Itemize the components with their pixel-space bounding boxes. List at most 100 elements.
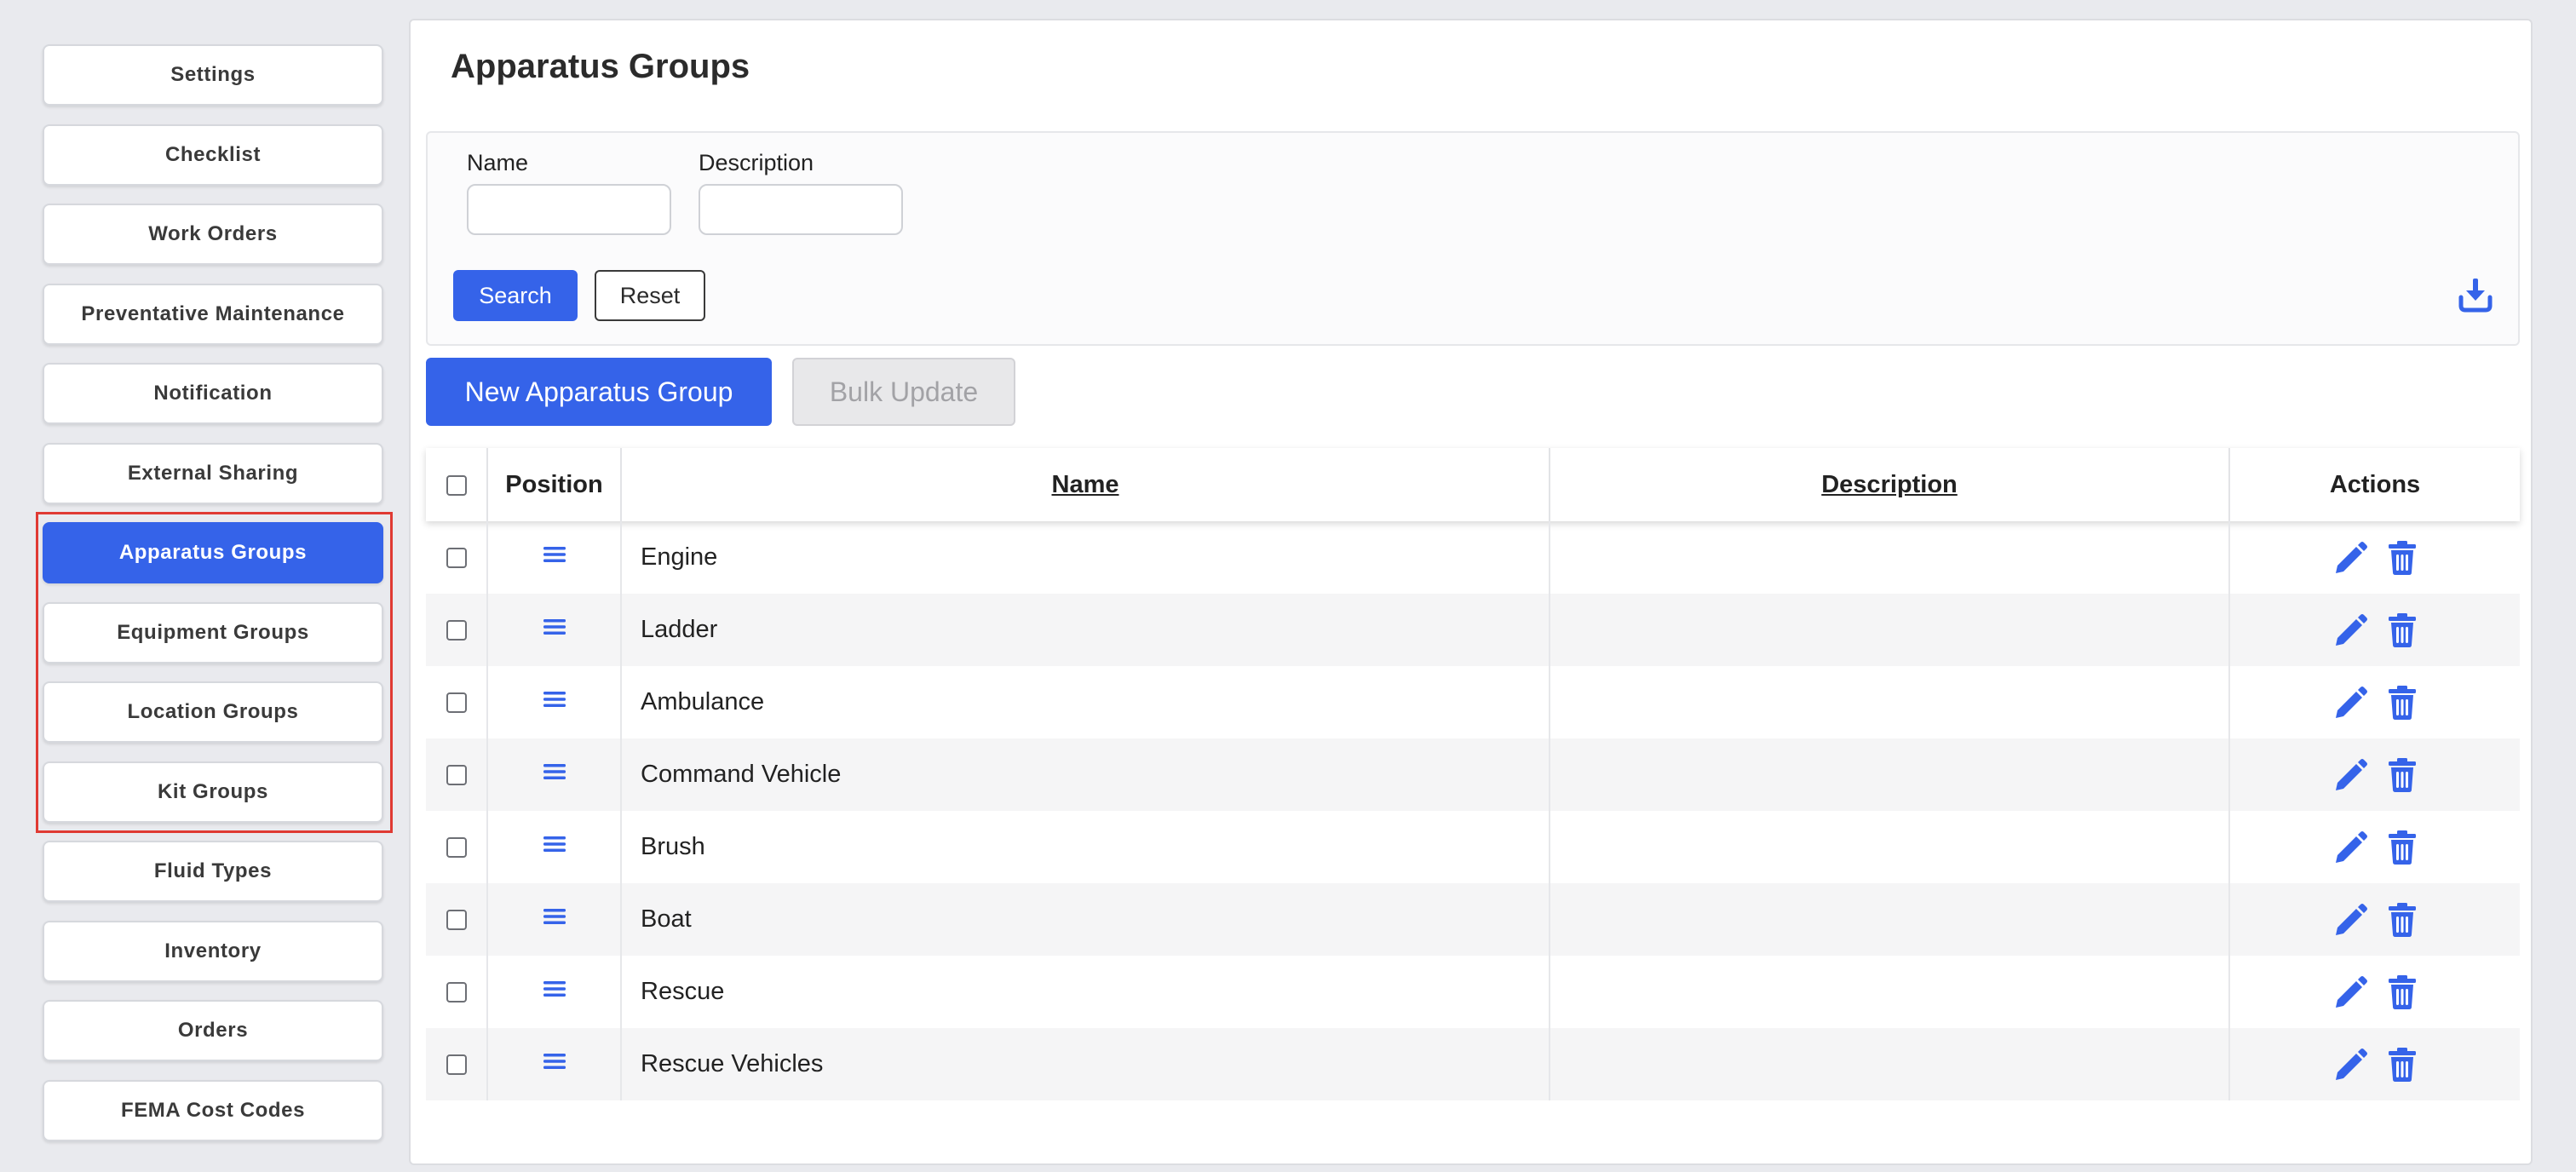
drag-handle-icon[interactable] (543, 688, 566, 716)
description-cell (1550, 738, 2230, 811)
row-select-cell (426, 738, 488, 811)
actions-cell (2229, 594, 2520, 666)
description-cell (1550, 666, 2230, 738)
search-button[interactable]: Search (453, 270, 578, 321)
description-cell (1550, 521, 2230, 594)
drag-handle-icon[interactable] (543, 905, 566, 934)
row-select-cell (426, 811, 488, 883)
description-cell (1550, 594, 2230, 666)
drag-handle-icon[interactable] (543, 543, 566, 572)
pencil-icon[interactable] (2332, 974, 2368, 1010)
row-select-cell (426, 666, 488, 738)
trash-icon[interactable] (2387, 540, 2418, 576)
trash-icon[interactable] (2387, 902, 2418, 938)
row-checkbox[interactable] (446, 692, 467, 714)
position-cell (487, 811, 622, 883)
trash-icon[interactable] (2387, 830, 2418, 865)
drag-handle-icon[interactable] (543, 1050, 566, 1078)
drag-handle-icon[interactable] (543, 833, 566, 861)
sidebar-item-label: Fluid Types (153, 859, 273, 882)
sidebar-item-apparatus-groups[interactable]: Apparatus Groups (43, 522, 383, 583)
description-filter-input[interactable] (699, 184, 903, 235)
table-row: Brush (426, 811, 2520, 883)
name-column-header[interactable]: Name (621, 448, 1550, 521)
row-checkbox[interactable] (446, 548, 467, 569)
new-apparatus-group-button[interactable]: New Apparatus Group (426, 358, 772, 426)
description-cell (1550, 956, 2230, 1028)
pencil-icon[interactable] (2332, 540, 2368, 576)
sidebar-item-label: Checklist (164, 143, 262, 166)
name-cell: Engine (621, 521, 1550, 594)
pencil-icon[interactable] (2332, 830, 2368, 865)
name-cell: Boat (621, 883, 1550, 956)
actions-cell (2229, 956, 2520, 1028)
actions-cell (2229, 883, 2520, 956)
row-checkbox[interactable] (446, 837, 467, 859)
drag-handle-icon[interactable] (543, 761, 566, 789)
row-checkbox[interactable] (446, 620, 467, 641)
drag-handle-icon[interactable] (543, 616, 566, 644)
row-checkbox[interactable] (446, 1054, 467, 1076)
description-cell (1550, 811, 2230, 883)
sidebar-item-inventory[interactable]: Inventory (43, 921, 383, 982)
sidebar-item-label: FEMA Cost Codes (120, 1099, 306, 1122)
reset-button[interactable]: Reset (595, 270, 705, 321)
sidebar-item-label: Orders (177, 1019, 249, 1042)
position-cell (487, 666, 622, 738)
row-select-cell (426, 956, 488, 1028)
select-all-cell (426, 448, 488, 521)
name-cell: Rescue Vehicles (621, 1028, 1550, 1100)
actions-cell (2229, 1028, 2520, 1100)
row-checkbox[interactable] (446, 765, 467, 786)
description-column-header[interactable]: Description (1550, 448, 2230, 521)
position-cell (487, 956, 622, 1028)
sidebar-item-equipment-groups[interactable]: Equipment Groups (43, 602, 383, 664)
table-row: Ladder (426, 594, 2520, 666)
sidebar-item-preventative-maintenance[interactable]: Preventative Maintenance (43, 284, 383, 345)
select-all-checkbox[interactable] (446, 474, 467, 496)
trash-icon[interactable] (2387, 685, 2418, 721)
table-row: Rescue Vehicles (426, 1028, 2520, 1100)
sidebar-item-orders[interactable]: Orders (43, 1000, 383, 1061)
sidebar-item-external-sharing[interactable]: External Sharing (43, 443, 383, 504)
sidebar-item-label: Preventative Maintenance (81, 302, 345, 325)
sidebar-item-checklist[interactable]: Checklist (43, 124, 383, 186)
pencil-icon[interactable] (2332, 685, 2368, 721)
pencil-icon[interactable] (2332, 757, 2368, 793)
name-filter-input[interactable] (467, 184, 671, 235)
sidebar-item-label: Inventory (164, 939, 262, 962)
page-title: Apparatus Groups (451, 48, 750, 85)
apparatus-groups-table: Position Name Description Actions Engine (426, 448, 2520, 1100)
row-checkbox[interactable] (446, 910, 467, 931)
sidebar-item-work-orders[interactable]: Work Orders (43, 204, 383, 265)
sidebar-item-label: Apparatus Groups (118, 541, 308, 564)
name-cell: Ambulance (621, 666, 1550, 738)
drag-handle-icon[interactable] (543, 978, 566, 1006)
download-icon[interactable] (2452, 271, 2499, 319)
position-cell (487, 594, 622, 666)
actions-cell (2229, 738, 2520, 811)
row-select-cell (426, 594, 488, 666)
actions-cell (2229, 521, 2520, 594)
sidebar-item-label: Kit Groups (158, 780, 268, 803)
trash-icon[interactable] (2387, 1047, 2418, 1083)
trash-icon[interactable] (2387, 612, 2418, 648)
sidebar: Settings Checklist Work Orders Preventat… (0, 0, 400, 1172)
row-select-cell (426, 883, 488, 956)
sidebar-item-fema-cost-codes[interactable]: FEMA Cost Codes (43, 1080, 383, 1141)
pencil-icon[interactable] (2332, 1047, 2368, 1083)
sidebar-item-location-groups[interactable]: Location Groups (43, 681, 383, 743)
table-row: Rescue (426, 956, 2520, 1028)
pencil-icon[interactable] (2332, 902, 2368, 938)
pencil-icon[interactable] (2332, 612, 2368, 648)
sidebar-item-fluid-types[interactable]: Fluid Types (43, 841, 383, 902)
bulk-update-button[interactable]: Bulk Update (792, 358, 1015, 426)
row-checkbox[interactable] (446, 982, 467, 1003)
sidebar-item-notification[interactable]: Notification (43, 363, 383, 424)
trash-icon[interactable] (2387, 974, 2418, 1010)
sidebar-item-label: Settings (170, 63, 256, 86)
table-header-row: Position Name Description Actions (426, 448, 2520, 521)
sidebar-item-settings[interactable]: Settings (43, 44, 383, 106)
trash-icon[interactable] (2387, 757, 2418, 793)
sidebar-item-kit-groups[interactable]: Kit Groups (43, 761, 383, 823)
